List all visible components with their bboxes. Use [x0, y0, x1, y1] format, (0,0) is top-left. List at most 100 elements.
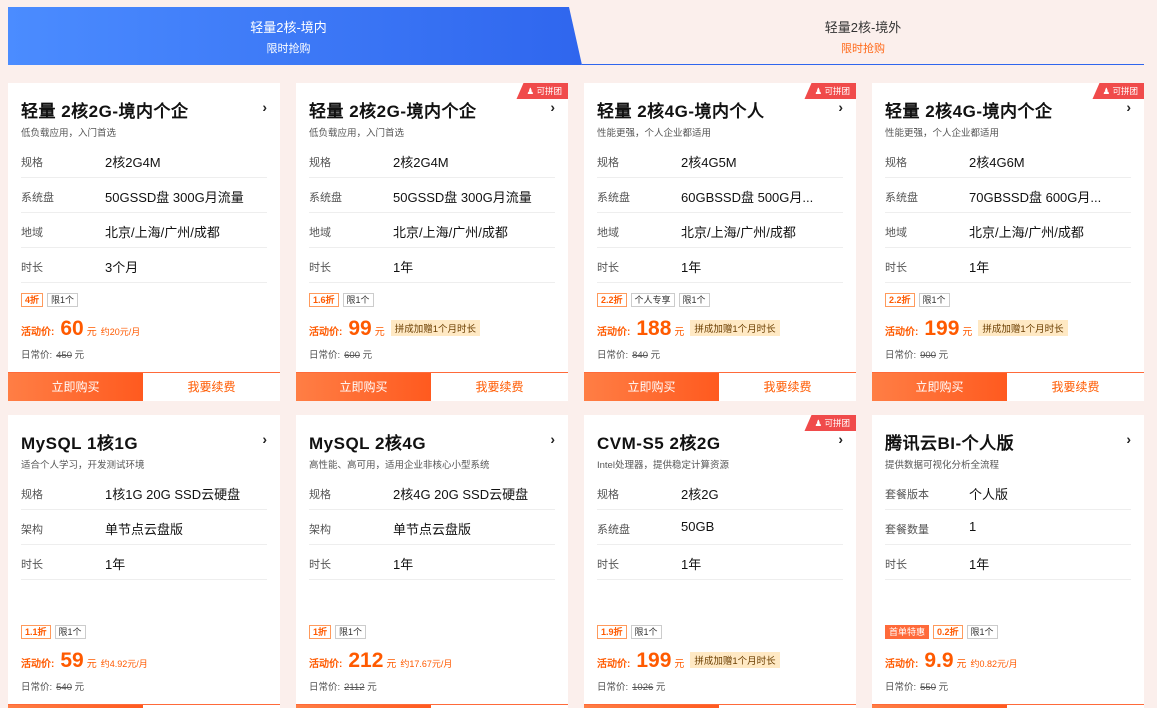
activity-price: 活动价: 99 元拼成加赠1个月时长 [309, 317, 480, 343]
price-value: 99 [348, 317, 372, 340]
tab-overseas[interactable]: 轻量2核-境外 限时抢购 [582, 7, 1144, 65]
regular-price-value: 540 [56, 682, 72, 693]
card-title[interactable]: 轻量 2核2G-境内个企 [21, 97, 189, 122]
spec-key: 时长 [597, 262, 619, 274]
tag-badge: 限1个 [678, 293, 710, 307]
tag-list: 1.9折 限1个 [597, 625, 662, 639]
spec-row: 规格 2核2G4M [21, 143, 267, 178]
chevron-right-icon[interactable]: › [550, 431, 555, 447]
card-subtitle: 适合个人学习，开发测试环境 [21, 460, 145, 471]
group-buy-label: 可拼团 [824, 418, 850, 428]
renew-button[interactable]: 我要续费 [431, 373, 568, 401]
spec-value: 1年 [393, 260, 414, 275]
card-actions: 立即购买 我要续费 [872, 372, 1144, 401]
spec-row: 时长 1年 [597, 248, 843, 283]
spec-row: 规格 1核1G 20G SSD云硬盘 [21, 475, 267, 510]
spec-row: 地域 北京/上海/广州/成都 [885, 213, 1131, 248]
activity-price: 活动价: 212 元约17.67元/月 [309, 649, 452, 675]
regular-price: 日常价: 450 元 [21, 347, 84, 361]
spec-value: 个人版 [969, 487, 1009, 502]
spec-value: 北京/上海/广州/成都 [105, 225, 220, 240]
spec-key: 规格 [309, 157, 331, 169]
regular-price-value: 600 [344, 350, 360, 361]
tab-domestic[interactable]: 轻量2核-境内 限时抢购 [8, 7, 582, 65]
spec-value: 50GSSD盘 300G月流量 [105, 190, 244, 205]
spec-row: 规格 2核4G 20G SSD云硬盘 [309, 475, 555, 510]
buy-now-button[interactable]: 立即购买 [8, 373, 143, 401]
promo-badge: 拼成加赠1个月时长 [390, 320, 480, 336]
spec-row: 规格 2核2G [597, 475, 843, 510]
card-title[interactable]: 轻量 2核4G-境内个人 [597, 97, 765, 122]
tag-badge: 2.2折 [885, 293, 915, 307]
buy-now-button[interactable]: 立即购买 [584, 373, 719, 401]
card-subtitle: 低负载应用，入门首选 [21, 128, 117, 139]
tag-list: 2.2折 个人专享 限1个 [597, 293, 710, 307]
chevron-right-icon[interactable]: › [1126, 431, 1131, 447]
spec-row: 时长 1年 [885, 248, 1131, 283]
spec-value: 2核4G6M [969, 155, 1025, 170]
chevron-right-icon[interactable]: › [838, 431, 843, 447]
chevron-right-icon[interactable]: › [550, 99, 555, 115]
renew-button[interactable]: 我要续费 [1007, 373, 1144, 401]
regular-price-value: 2112 [344, 682, 365, 693]
product-card: 轻量 2核2G-境内个企 › 低负载应用，入门首选 规格 2核2G4M 系统盘 50… [8, 83, 280, 401]
activity-price-label: 活动价: [885, 659, 919, 670]
spec-row: 规格 2核4G6M [885, 143, 1131, 178]
spec-value: 1 [969, 519, 977, 534]
card-title[interactable]: MySQL 1核1G [21, 429, 138, 454]
spec-value: 单节点云盘版 [393, 522, 472, 537]
chevron-right-icon[interactable]: › [262, 431, 267, 447]
tag-list: 1折 限1个 [309, 625, 367, 639]
spec-value: 50GSSD盘 300G月流量 [393, 190, 532, 205]
regular-price-unit: 元 [362, 350, 373, 361]
card-title[interactable]: MySQL 2核4G [309, 429, 426, 454]
price-unit: 元 [386, 659, 397, 670]
buy-now-button[interactable]: 立即购买 [872, 373, 1007, 401]
tag-badge: 1.1折 [21, 625, 51, 639]
spec-value: 2核2G4M [105, 155, 161, 170]
buy-now-button[interactable]: 立即购买 [296, 373, 431, 401]
price-value: 188 [636, 317, 672, 340]
spec-key: 地域 [597, 227, 619, 239]
spec-row: 时长 3个月 [21, 248, 267, 283]
tag-badge: 个人专享 [630, 293, 675, 307]
group-buy-badge: ♟ 可拼团 [804, 415, 856, 431]
regular-price-unit: 元 [655, 682, 666, 693]
product-card: MySQL 1核1G › 适合个人学习，开发测试环境 规格 1核1G 20G SSD… [8, 415, 280, 708]
spec-value: 北京/上海/广州/成都 [969, 225, 1084, 240]
chevron-right-icon[interactable]: › [262, 99, 267, 115]
spec-row: 地域 北京/上海/广州/成都 [21, 213, 267, 248]
regular-price: 日常价: 840 元 [597, 347, 660, 361]
card-title[interactable]: 轻量 2核2G-境内个企 [309, 97, 477, 122]
group-buy-label: 可拼团 [824, 86, 850, 96]
tag-badge: 限1个 [966, 625, 998, 639]
spec-key: 规格 [21, 489, 43, 501]
renew-button[interactable]: 我要续费 [719, 373, 856, 401]
spec-row: 时长 1年 [597, 545, 843, 580]
renew-button[interactable]: 我要续费 [143, 373, 280, 401]
spec-key: 架构 [21, 524, 43, 536]
spec-value: 2核4G5M [681, 155, 737, 170]
card-subtitle: 提供数据可视化分析全流程 [885, 460, 1000, 471]
card-title[interactable]: CVM-S5 2核2G [597, 429, 721, 454]
price-value: 9.9 [924, 649, 954, 672]
price-unit: 元 [674, 659, 685, 670]
activity-price: 活动价: 60 元约20元/月 [21, 317, 140, 343]
card-title[interactable]: 腾讯云BI-个人版 [885, 429, 1014, 454]
chevron-right-icon[interactable]: › [1126, 99, 1131, 115]
regular-price-label: 日常价: [21, 350, 53, 361]
product-card: MySQL 2核4G › 高性能、高可用，适用企业非核心小型系统 规格 2核4G 2… [296, 415, 568, 708]
spec-value: 1核1G 20G SSD云硬盘 [105, 487, 241, 502]
promo-badge: 拼成加赠1个月时长 [978, 320, 1068, 336]
regular-price-unit: 元 [650, 350, 661, 361]
tab-overseas-sub: 限时抢购 [841, 43, 885, 55]
spec-value: 2核2G4M [393, 155, 449, 170]
spec-row: 地域 北京/上海/广州/成都 [309, 213, 555, 248]
chevron-right-icon[interactable]: › [838, 99, 843, 115]
price-unit: 元 [962, 327, 973, 338]
spec-key: 时长 [21, 262, 43, 274]
spec-value: 北京/上海/广州/成都 [393, 225, 508, 240]
regular-price: 日常价: 600 元 [309, 347, 372, 361]
card-title[interactable]: 轻量 2核4G-境内个企 [885, 97, 1053, 122]
promo-badge: 拼成加赠1个月时长 [690, 320, 780, 336]
